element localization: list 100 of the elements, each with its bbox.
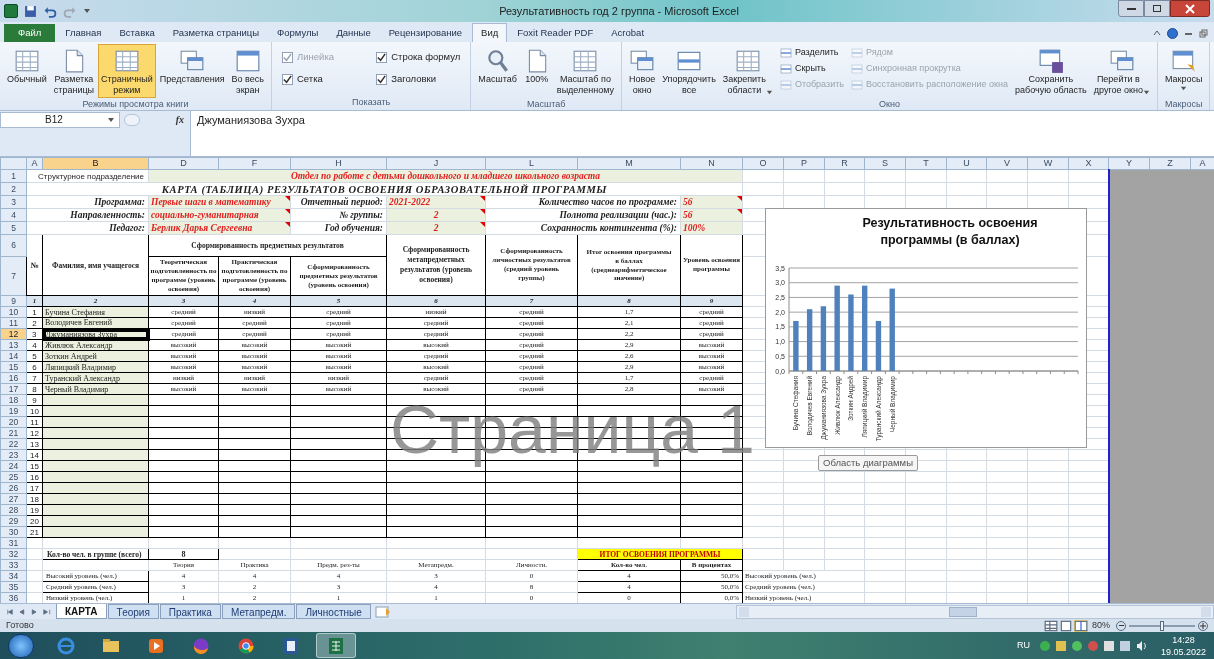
taskbar-button[interactable]	[316, 633, 356, 658]
row-header[interactable]: 6	[0, 234, 27, 257]
restore-icon[interactable]	[1199, 28, 1208, 38]
checkbox-label[interactable]: Сетка	[297, 72, 323, 87]
ribbon-tab[interactable]: Главная	[57, 24, 110, 42]
ribbon-button[interactable]: 100%	[520, 44, 553, 98]
ribbon-tab[interactable]: Foxit Reader PDF	[509, 24, 602, 42]
column-header[interactable]: T	[905, 157, 947, 170]
column-header[interactable]: X	[1068, 157, 1109, 170]
row-header[interactable]: 32	[0, 548, 27, 560]
row-header[interactable]: 21	[0, 427, 27, 439]
start-button[interactable]	[8, 633, 34, 658]
row-header[interactable]: 10	[0, 306, 27, 318]
sheet-tab[interactable]: КАРТА	[56, 604, 107, 619]
column-header[interactable]: Y	[1108, 157, 1150, 170]
help-icon[interactable]	[1167, 27, 1178, 39]
collapse-icon[interactable]	[1153, 29, 1161, 37]
row-header[interactable]: 15	[0, 361, 27, 373]
column-header[interactable]: M	[577, 157, 681, 170]
ribbon-button[interactable]: Обычный	[4, 44, 50, 98]
language-indicator[interactable]: RU	[1016, 638, 1030, 653]
column-header[interactable]: F	[218, 157, 291, 170]
close-button[interactable]	[1170, 0, 1210, 17]
column-header[interactable]: A	[1190, 157, 1214, 170]
view-button[interactable]	[1044, 619, 1058, 632]
column-header[interactable]: Z	[1149, 157, 1191, 170]
ribbon-tab[interactable]: Acrobat	[603, 24, 653, 42]
minimize-button[interactable]	[1118, 0, 1144, 17]
row-header[interactable]: 33	[0, 559, 27, 571]
nav-arrow-icon[interactable]	[43, 607, 52, 616]
row-header[interactable]: 17	[0, 383, 27, 395]
row-header[interactable]: 13	[0, 339, 27, 351]
ribbon-button[interactable]: Во весь экран	[228, 44, 267, 98]
row-header[interactable]: 27	[0, 493, 27, 505]
save-icon[interactable]	[24, 4, 37, 18]
row-header[interactable]: 18	[0, 394, 27, 406]
ribbon-button[interactable]: Разметка страницы	[50, 44, 98, 98]
tray-icon[interactable]	[1071, 640, 1082, 651]
row-header[interactable]: 22	[0, 438, 27, 450]
speaker-icon[interactable]	[1135, 640, 1147, 651]
tray-icon[interactable]	[1055, 640, 1066, 651]
ribbon-button[interactable]: Скрыть	[779, 62, 844, 76]
column-header[interactable]: H	[290, 157, 387, 170]
row-header[interactable]: 14	[0, 350, 27, 362]
row-header[interactable]: 7	[0, 256, 27, 296]
ribbon-tab[interactable]: Данные	[328, 24, 379, 42]
row-header[interactable]: 19	[0, 405, 27, 417]
sheet-tab[interactable]: Теория	[107, 604, 159, 619]
checkbox-label[interactable]: Заголовки	[391, 72, 436, 87]
column-header[interactable]: U	[946, 157, 987, 170]
row-header[interactable]: 23	[0, 449, 27, 461]
column-header[interactable]: N	[680, 157, 743, 170]
row-header[interactable]: 29	[0, 515, 27, 527]
tray-icon[interactable]	[1103, 640, 1114, 651]
sheet-tab[interactable]: Метапредм.	[221, 604, 296, 619]
view-button[interactable]	[1074, 619, 1088, 632]
ribbon-button[interactable]: Сохранить рабочую область	[1012, 44, 1090, 98]
ribbon-button[interactable]: Новое окно	[626, 44, 659, 98]
view-button[interactable]	[1059, 619, 1073, 632]
name-box[interactable]: B12	[0, 111, 120, 128]
column-header[interactable]: O	[742, 157, 784, 170]
row-header[interactable]: 34	[0, 570, 27, 582]
column-header[interactable]: R	[824, 157, 865, 170]
column-header[interactable]: B	[42, 157, 149, 170]
ribbon-tab[interactable]: Рецензирование	[380, 24, 471, 42]
ribbon-button[interactable]: Масштаб по выделенному	[553, 44, 618, 98]
nav-arrow-icon[interactable]	[4, 607, 13, 616]
formula-field[interactable]: Джуманиязова Зухра	[190, 111, 1214, 156]
ribbon-button[interactable]: Разделить	[779, 46, 844, 60]
row-header[interactable]: 35	[0, 581, 27, 593]
column-header[interactable]: L	[485, 157, 578, 170]
ribbon-button[interactable]: Масштаб	[475, 44, 520, 98]
zoom-in-button[interactable]	[1198, 620, 1208, 631]
ribbon-button[interactable]: Упорядочить все	[659, 44, 719, 98]
sheet-tab[interactable]: Личностные	[296, 604, 371, 619]
sheet-tab[interactable]: Практика	[159, 604, 221, 619]
horizontal-scrollbar[interactable]	[736, 604, 1214, 619]
row-header[interactable]: 30	[0, 526, 27, 538]
ribbon-tab[interactable]: Вид	[472, 23, 508, 42]
ribbon-button[interactable]: Макросы	[1161, 44, 1206, 98]
column-header[interactable]: J	[386, 157, 486, 170]
tray-icon[interactable]	[1119, 640, 1130, 651]
divider-handle[interactable]	[124, 113, 140, 126]
row-header[interactable]: 12	[0, 328, 27, 340]
ribbon-button[interactable]: Страничный режим	[98, 44, 156, 98]
row-header[interactable]: 25	[0, 471, 27, 483]
ribbon-button[interactable]: Представления	[156, 44, 228, 98]
restore-button[interactable]	[1144, 0, 1170, 17]
row-header[interactable]: 28	[0, 504, 27, 516]
function-button[interactable]: fx	[175, 112, 184, 127]
ribbon-tab[interactable]: Вставка	[111, 24, 163, 42]
row-header[interactable]: 26	[0, 482, 27, 494]
column-header[interactable]: D	[148, 157, 219, 170]
ribbon-button[interactable]: Перейти в другое окно	[1090, 44, 1153, 98]
row-header[interactable]: 24	[0, 460, 27, 472]
column-header[interactable]: V	[986, 157, 1028, 170]
column-header[interactable]: S	[864, 157, 906, 170]
chart[interactable]	[765, 208, 1087, 448]
ribbon-tab[interactable]: Файл	[4, 24, 56, 42]
row-header[interactable]: 16	[0, 372, 27, 384]
